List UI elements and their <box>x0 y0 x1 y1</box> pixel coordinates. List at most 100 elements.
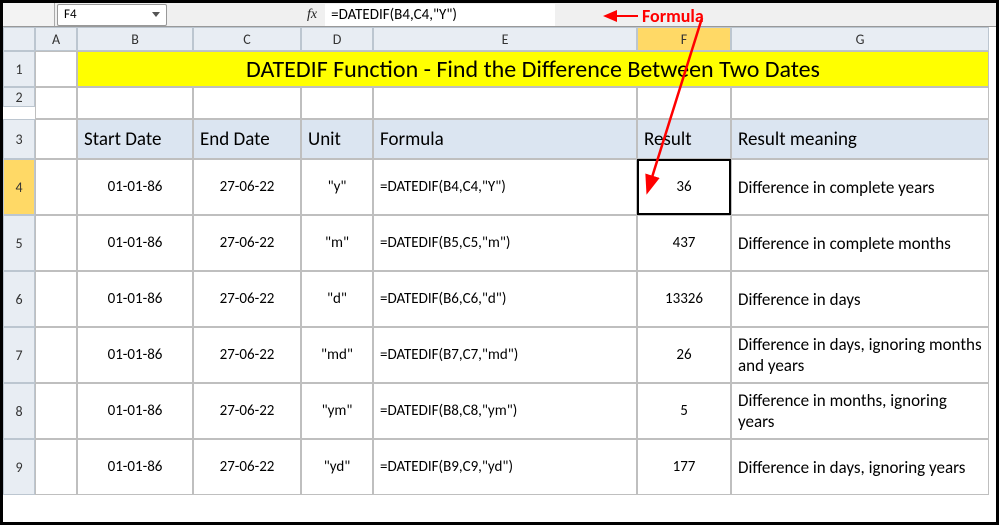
row-header-7[interactable]: 7 <box>3 327 35 383</box>
col-header-a[interactable]: A <box>35 27 77 51</box>
fx-icon[interactable]: fx <box>307 7 317 23</box>
cell-e9-text: =DATEDIF(B9,C9,"yd") <box>380 458 513 476</box>
header-result[interactable]: Result <box>637 119 731 159</box>
header-g-text: Result meaning <box>738 128 857 151</box>
cell-e6[interactable]: =DATEDIF(B6,C6,"d") <box>373 271 637 327</box>
cell-d4[interactable]: "y" <box>301 159 373 215</box>
row-header-2[interactable]: 2 <box>3 87 35 107</box>
cell-e2[interactable] <box>373 87 637 119</box>
header-formula[interactable]: Formula <box>373 119 637 159</box>
cell-g9-text: Difference in days, ignoring years <box>738 457 965 478</box>
cell-c7[interactable]: 27-06-22 <box>193 327 301 383</box>
cell-a1[interactable] <box>35 51 77 87</box>
corner-header[interactable] <box>3 27 35 51</box>
cell-a7[interactable] <box>35 327 77 383</box>
title-cell[interactable]: DATEDIF Function - Find the Difference B… <box>77 51 989 87</box>
name-box[interactable]: F4 <box>57 4 167 26</box>
title-text: DATEDIF Function - Find the Difference B… <box>246 55 820 84</box>
cell-g4[interactable]: Difference in complete years <box>731 159 989 215</box>
cell-e9[interactable]: =DATEDIF(B9,C9,"yd") <box>373 439 637 495</box>
cell-d9[interactable]: "yd" <box>301 439 373 495</box>
arrow-stem <box>616 15 638 17</box>
cell-c4-text: 27-06-22 <box>220 178 275 196</box>
cell-e4-text: =DATEDIF(B4,C4,"Y") <box>380 178 506 196</box>
row-header-6[interactable]: 6 <box>3 271 35 327</box>
col-header-c[interactable]: C <box>193 27 301 51</box>
annotation-label: Formula <box>642 5 704 27</box>
cell-e8[interactable]: =DATEDIF(B8,C8,"ym") <box>373 383 637 439</box>
cell-b2[interactable] <box>77 87 193 119</box>
cell-a6[interactable] <box>35 271 77 327</box>
chevron-down-icon[interactable] <box>152 12 160 17</box>
col-header-d[interactable]: D <box>301 27 373 51</box>
cell-c9[interactable]: 27-06-22 <box>193 439 301 495</box>
cell-g6[interactable]: Difference in days <box>731 271 989 327</box>
cell-c4[interactable]: 27-06-22 <box>193 159 301 215</box>
header-meaning[interactable]: Result meaning <box>731 119 989 159</box>
col-header-e[interactable]: E <box>373 27 637 51</box>
cell-g9[interactable]: Difference in days, ignoring years <box>731 439 989 495</box>
cell-b9[interactable]: 01-01-86 <box>77 439 193 495</box>
cell-g2[interactable] <box>731 87 989 119</box>
row-header-8[interactable]: 8 <box>3 383 35 439</box>
cell-b6[interactable]: 01-01-86 <box>77 271 193 327</box>
cell-b7[interactable]: 01-01-86 <box>77 327 193 383</box>
cell-b5[interactable]: 01-01-86 <box>77 215 193 271</box>
row-header-3[interactable]: 3 <box>3 119 35 159</box>
cell-c5[interactable]: 27-06-22 <box>193 215 301 271</box>
cell-e5[interactable]: =DATEDIF(B5,C5,"m") <box>373 215 637 271</box>
cell-f2[interactable] <box>637 87 731 119</box>
col-header-f[interactable]: F <box>637 27 731 51</box>
row-header-4[interactable]: 4 <box>3 159 35 215</box>
cell-f5[interactable]: 437 <box>637 215 731 271</box>
cell-d8-text: "ym" <box>322 402 353 420</box>
col-header-b[interactable]: B <box>77 27 193 51</box>
header-start-date[interactable]: Start Date <box>77 119 193 159</box>
cell-f4[interactable]: 36 <box>637 159 731 215</box>
cell-c8[interactable]: 27-06-22 <box>193 383 301 439</box>
cell-c6[interactable]: 27-06-22 <box>193 271 301 327</box>
cell-d8[interactable]: "ym" <box>301 383 373 439</box>
cell-a9[interactable] <box>35 439 77 495</box>
col-header-g[interactable]: G <box>731 27 989 51</box>
cell-f7[interactable]: 26 <box>637 327 731 383</box>
header-unit[interactable]: Unit <box>301 119 373 159</box>
cell-b6-text: 01-01-86 <box>108 290 163 308</box>
formula-bar[interactable]: =DATEDIF(B4,C4,"Y") <box>325 4 555 26</box>
cell-d7[interactable]: "md" <box>301 327 373 383</box>
cell-g5[interactable]: Difference in complete months <box>731 215 989 271</box>
cell-f6[interactable]: 13326 <box>637 271 731 327</box>
row-header-1[interactable]: 1 <box>3 51 35 87</box>
cell-a3[interactable] <box>35 119 77 159</box>
cell-g5-text: Difference in complete months <box>738 233 951 254</box>
select-all-corner[interactable] <box>3 3 55 26</box>
cell-b9-text: 01-01-86 <box>108 458 163 476</box>
cell-g7-text: Difference in days, ignoring months and … <box>738 334 982 376</box>
cell-g8[interactable]: Difference in months, ignoring years <box>731 383 989 439</box>
cell-e7[interactable]: =DATEDIF(B7,C7,"md") <box>373 327 637 383</box>
cell-f7-text: 26 <box>676 346 691 364</box>
header-b-text: Start Date <box>84 128 161 151</box>
row-header-5[interactable]: 5 <box>3 215 35 271</box>
cell-g7[interactable]: Difference in days, ignoring months and … <box>731 327 989 383</box>
cell-d6[interactable]: "d" <box>301 271 373 327</box>
cell-a8[interactable] <box>35 383 77 439</box>
cell-a2[interactable] <box>35 87 77 119</box>
cell-f9[interactable]: 177 <box>637 439 731 495</box>
cell-c2[interactable] <box>193 87 301 119</box>
cell-c6-text: 27-06-22 <box>220 290 275 308</box>
cell-a5[interactable] <box>35 215 77 271</box>
cell-d5[interactable]: "m" <box>301 215 373 271</box>
cell-a4[interactable] <box>35 159 77 215</box>
cell-b8[interactable]: 01-01-86 <box>77 383 193 439</box>
cell-d2[interactable] <box>301 87 373 119</box>
cell-f4-text: 36 <box>676 178 691 196</box>
cell-e4[interactable]: =DATEDIF(B4,C4,"Y") <box>373 159 637 215</box>
header-end-date[interactable]: End Date <box>193 119 301 159</box>
row-header-9[interactable]: 9 <box>3 439 35 495</box>
cell-e7-text: =DATEDIF(B7,C7,"md") <box>380 346 518 364</box>
cell-f8[interactable]: 5 <box>637 383 731 439</box>
cell-e6-text: =DATEDIF(B6,C6,"d") <box>380 290 506 308</box>
cell-d7-text: "md" <box>321 346 353 364</box>
cell-b4[interactable]: 01-01-86 <box>77 159 193 215</box>
